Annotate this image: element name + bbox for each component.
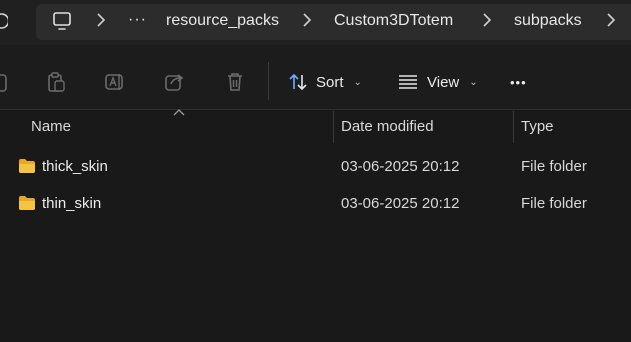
address-bar: ··· resource_packs Custom3DTotem subpack…: [0, 0, 631, 45]
this-pc-icon[interactable]: [52, 11, 72, 31]
paste-icon[interactable]: [45, 71, 67, 93]
file-type: File folder: [521, 195, 587, 212]
toolbar-divider: [268, 62, 269, 100]
view-lines-icon: [399, 75, 417, 89]
breadcrumb-resource-packs[interactable]: resource_packs: [166, 12, 279, 30]
sort-arrows-icon: [289, 73, 307, 91]
new-item-icon[interactable]: [0, 72, 12, 94]
column-header-name[interactable]: Name: [31, 118, 71, 135]
file-date-modified: 03-06-2025 20:12: [341, 195, 460, 212]
more-options-button[interactable]: •••: [510, 70, 527, 94]
folder-icon: [19, 196, 35, 210]
chevron-right-icon[interactable]: [606, 12, 616, 28]
chevron-down-icon: ⌄: [469, 76, 478, 88]
file-date-modified: 03-06-2025 20:12: [341, 158, 460, 175]
breadcrumb-custom3dtotem[interactable]: Custom3DTotem: [334, 12, 453, 30]
delete-icon[interactable]: [224, 71, 246, 93]
folder-icon: [19, 159, 35, 173]
file-name: thin_skin: [42, 195, 102, 212]
share-icon[interactable]: [164, 71, 186, 93]
file-row[interactable]: thin_skin 03-06-2025 20:12 File folder: [0, 187, 631, 221]
sort-label: Sort: [316, 73, 344, 91]
file-name: thick_skin: [42, 158, 108, 175]
chevron-right-icon[interactable]: [96, 12, 106, 28]
breadcrumb-overflow[interactable]: ···: [128, 11, 147, 29]
column-header-date-modified[interactable]: Date modified: [341, 118, 434, 135]
file-type: File folder: [521, 158, 587, 175]
breadcrumb-subpacks[interactable]: subpacks: [514, 12, 582, 30]
column-divider[interactable]: [333, 111, 334, 143]
chevron-down-icon: ⌄: [353, 76, 362, 88]
rename-icon[interactable]: [104, 71, 126, 93]
column-divider[interactable]: [513, 111, 514, 143]
chevron-right-icon[interactable]: [482, 12, 492, 28]
chevron-right-icon[interactable]: [302, 12, 312, 28]
column-header-type[interactable]: Type: [521, 118, 554, 135]
more-icon: •••: [510, 74, 527, 90]
file-row[interactable]: thick_skin 03-06-2025 20:12 File folder: [0, 150, 631, 184]
refresh-icon[interactable]: [0, 12, 8, 30]
sort-button[interactable]: Sort ⌄: [288, 70, 362, 94]
view-button[interactable]: View ⌄: [397, 70, 478, 94]
sort-ascending-icon: [173, 109, 185, 116]
view-label: View: [427, 73, 460, 91]
